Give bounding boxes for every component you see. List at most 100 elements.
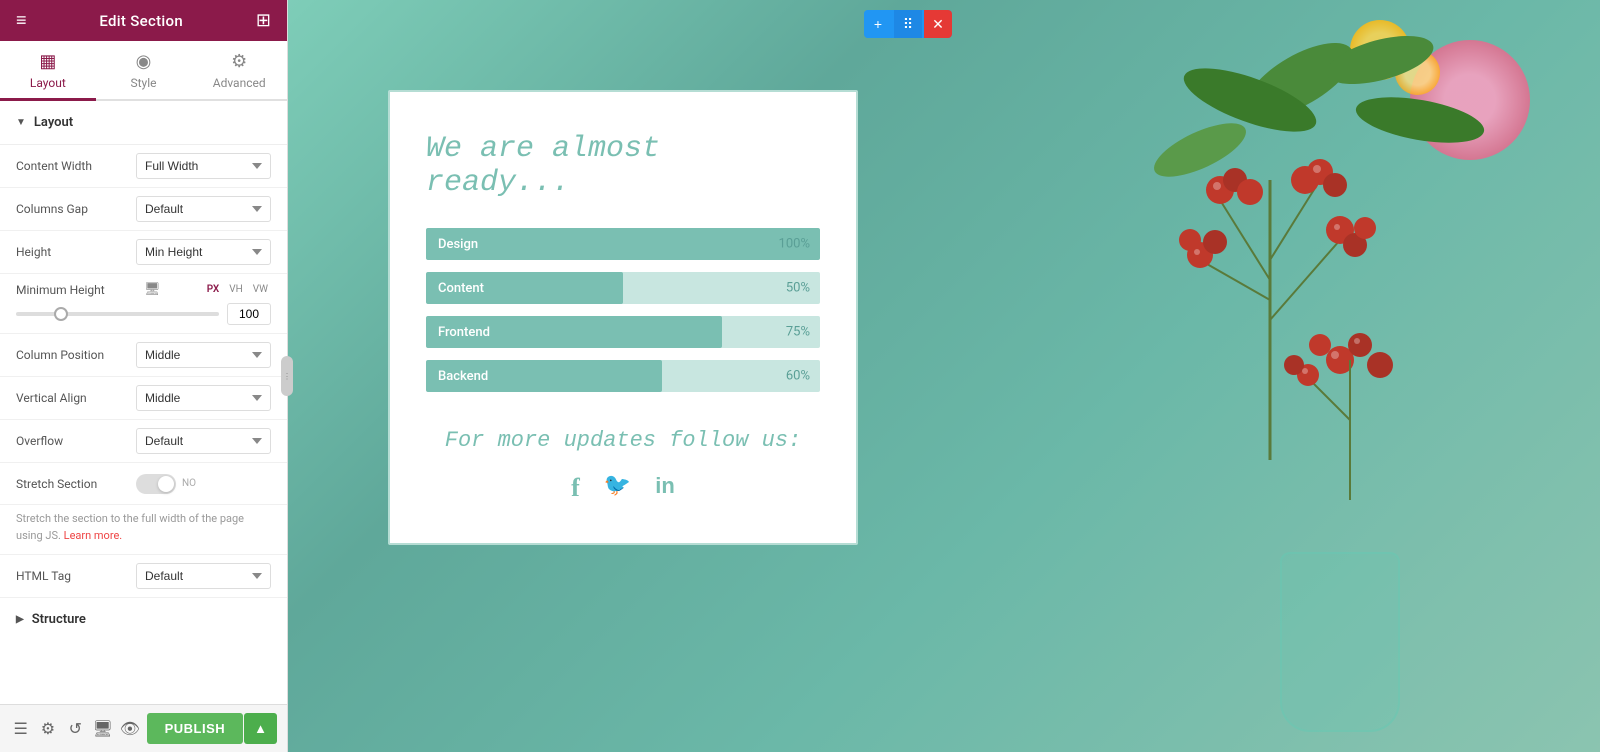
progress-frontend: Frontend 75% [426,316,820,348]
twitter-icon[interactable]: 🐦 [604,473,631,503]
canvas-toolbar: + ⠿ ✕ [864,10,952,38]
progress-backend: Backend 60% [426,360,820,392]
tab-style[interactable]: ◉ Style [96,41,192,101]
min-height-row: Minimum Height 🖥 PX VH VW [0,274,287,334]
columns-gap-row: Columns Gap Default No Gap Narrow Extend… [0,188,287,231]
column-position-control: Top Middle Bottom [136,342,271,368]
column-position-label: Column Position [16,348,136,362]
settings-icon[interactable]: ⚙ [37,713,58,745]
tab-advanced[interactable]: ⚙ Advanced [191,41,287,101]
progress-content-pct: 50% [786,281,810,296]
overflow-label: Overflow [16,434,136,448]
progress-design-label: Design [438,237,478,252]
unit-vw[interactable]: VW [250,283,271,296]
right-canvas: + ⠿ ✕ We are almost ready... Design 100%… [288,0,1600,752]
min-height-slider[interactable] [16,312,219,316]
html-tag-select[interactable]: Default header footer main article secti… [136,563,271,589]
panel-title: Edit Section [99,12,183,30]
linkedin-icon[interactable]: in [655,473,675,503]
card-title: We are almost ready... [426,132,820,200]
progress-frontend-label: Frontend [438,325,490,340]
preview-icon[interactable]: 👁 [119,713,140,745]
undo-icon[interactable]: ↺ [65,713,86,745]
progress-backend-fill: Backend [426,360,662,392]
stretch-section-control: NO [136,474,271,494]
learn-more-link[interactable]: Learn more. [64,529,123,542]
publish-arrow-button[interactable]: ▲ [244,713,277,744]
layers-icon[interactable]: ☰ [10,713,31,745]
structure-section-title: Structure [32,612,86,627]
progress-frontend-fill: Frontend [426,316,722,348]
floral-decoration [900,0,1600,752]
vertical-align-select[interactable]: Top Middle Bottom [136,385,271,411]
layout-section-title: Layout [34,115,73,130]
monitor-device-icon[interactable]: 🖥 [92,713,113,745]
html-tag-row: HTML Tag Default header footer main arti… [0,555,287,598]
min-height-input[interactable] [227,303,271,325]
structure-arrow: ▶ [16,614,24,625]
close-button[interactable]: ✕ [924,10,952,38]
structure-section-header[interactable]: ▶ Structure [0,598,287,641]
content-width-select[interactable]: Full Width Boxed [136,153,271,179]
height-row: Height Default Fit To Screen Min Height [0,231,287,274]
panel-header: ≡ Edit Section ⊞ [0,0,287,41]
panel-resize-handle[interactable]: ⋮ [281,356,293,396]
left-panel: ≡ Edit Section ⊞ ▦ Layout ◉ Style ⚙ Adva… [0,0,288,752]
tab-style-label: Style [131,76,157,90]
vertical-align-control: Top Middle Bottom [136,385,271,411]
layout-tab-icon: ▦ [39,51,56,72]
unit-vh[interactable]: VH [226,283,246,296]
content-width-row: Content Width Full Width Boxed [0,145,287,188]
style-tab-icon: ◉ [136,51,152,72]
stretch-info: Stretch the section to the full width of… [0,505,287,555]
height-control: Default Fit To Screen Min Height [136,239,271,265]
tab-layout[interactable]: ▦ Layout [0,41,96,101]
progress-frontend-wrap: Frontend 75% [426,316,820,348]
drag-button[interactable]: ⠿ [894,10,922,38]
columns-gap-select[interactable]: Default No Gap Narrow Extended Wide [136,196,271,222]
overflow-select[interactable]: Default Hidden [136,428,271,454]
progress-content-wrap: Content 50% [426,272,820,304]
toggle-knob [158,476,174,492]
progress-backend-label: Backend [438,369,488,384]
min-height-top: Minimum Height 🖥 PX VH VW [16,282,271,297]
height-label: Height [16,245,136,259]
progress-backend-wrap: Backend 60% [426,360,820,392]
overflow-row: Overflow Default Hidden [0,420,287,463]
vase [1280,552,1400,732]
html-tag-label: HTML Tag [16,569,136,583]
publish-button[interactable]: PUBLISH [147,713,244,744]
publish-group: PUBLISH ▲ [147,713,277,744]
content-width-control: Full Width Boxed [136,153,271,179]
slider-row [16,303,271,325]
social-icons: f 🐦 in [426,473,820,503]
monitor-icon: 🖥 [144,282,161,297]
column-position-select[interactable]: Top Middle Bottom [136,342,271,368]
tabs-row: ▦ Layout ◉ Style ⚙ Advanced [0,41,287,101]
toggle-container: NO [136,474,271,494]
add-element-button[interactable]: + [864,10,892,38]
stretch-info-text: Stretch the section to the full width of… [16,512,244,542]
progress-backend-pct: 60% [786,369,810,384]
hamburger-icon[interactable]: ≡ [16,10,27,31]
advanced-tab-icon: ⚙ [231,51,247,72]
progress-frontend-pct: 75% [786,325,810,340]
facebook-icon[interactable]: f [571,473,580,503]
stretch-toggle[interactable] [136,474,176,494]
height-select[interactable]: Default Fit To Screen Min Height [136,239,271,265]
overflow-control: Default Hidden [136,428,271,454]
unit-px[interactable]: PX [204,283,223,296]
columns-gap-label: Columns Gap [16,202,136,216]
vertical-align-label: Vertical Align [16,391,136,405]
progress-content-label: Content [438,281,484,296]
progress-design-wrap: Design 100% [426,228,820,260]
progress-design-pct: 100% [779,237,810,252]
panel-content: ▼ Layout Content Width Full Width Boxed … [0,101,287,704]
progress-design-fill: Design [426,228,820,260]
unit-buttons: PX VH VW [204,283,271,296]
content-width-label: Content Width [16,159,136,173]
toggle-label: NO [182,478,196,489]
progress-content: Content 50% [426,272,820,304]
grid-icon[interactable]: ⊞ [256,10,271,31]
layout-section-header[interactable]: ▼ Layout [0,101,287,145]
